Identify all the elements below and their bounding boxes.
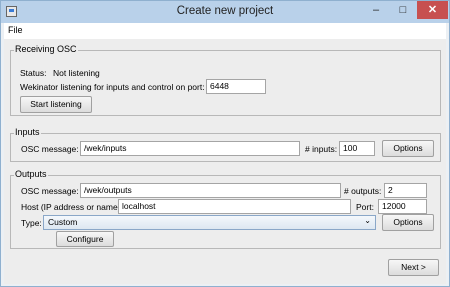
type-select-value: Custom [48, 217, 78, 227]
inputs-group: Inputs OSC message: /wek/inputs # inputs… [10, 127, 441, 162]
chevron-down-icon[interactable]: ⌄ [364, 216, 371, 225]
receiving-osc-group: Receiving OSC Status: Not listening Weki… [10, 44, 441, 116]
menu-file[interactable]: File [8, 25, 23, 35]
outputs-osc-label: OSC message: [21, 186, 79, 196]
maximize-icon[interactable]: □ [390, 1, 416, 19]
host-label: Host (IP address or name): [21, 202, 123, 212]
listen-port-field[interactable]: 6448 [206, 79, 266, 94]
inputs-legend: Inputs [14, 127, 41, 137]
outputs-options-button[interactable]: Options [382, 214, 434, 231]
receiving-osc-legend: Receiving OSC [14, 44, 78, 54]
status-label: Status: [20, 68, 47, 78]
outputs-osc-field[interactable]: /wek/outputs [80, 183, 341, 198]
inputs-count-field[interactable]: 100 [339, 141, 375, 156]
host-field[interactable]: localhost [118, 199, 351, 214]
listen-port-label: Wekinator listening for inputs and contr… [20, 82, 205, 92]
create-project-window: Create new project – □ ✕ File Receiving … [0, 0, 450, 287]
minimize-icon[interactable]: – [363, 1, 389, 19]
outputs-count-field[interactable]: 2 [384, 183, 427, 198]
inputs-count-label: # inputs: [305, 144, 338, 154]
title-bar[interactable]: Create new project – □ ✕ [1, 1, 449, 23]
inputs-options-button[interactable]: Options [382, 140, 434, 157]
close-icon[interactable]: ✕ [417, 1, 448, 19]
type-select[interactable]: Custom ⌄ [43, 215, 376, 230]
outputs-count-label: # outputs: [344, 186, 382, 196]
start-listening-button[interactable]: Start listening [20, 96, 92, 113]
inputs-osc-field[interactable]: /wek/inputs [80, 141, 300, 156]
dialog-content: Receiving OSC Status: Not listening Weki… [4, 39, 446, 284]
output-port-label: Port: [356, 202, 374, 212]
type-label: Type: [21, 218, 42, 228]
configure-button[interactable]: Configure [56, 231, 114, 247]
output-port-field[interactable]: 12000 [378, 199, 427, 214]
outputs-group: Outputs OSC message: /wek/outputs # outp… [10, 169, 441, 249]
outputs-legend: Outputs [14, 169, 48, 179]
status-value: Not listening [53, 68, 100, 78]
next-button[interactable]: Next > [388, 259, 439, 276]
menu-bar: File [4, 23, 446, 39]
inputs-osc-label: OSC message: [21, 144, 79, 154]
